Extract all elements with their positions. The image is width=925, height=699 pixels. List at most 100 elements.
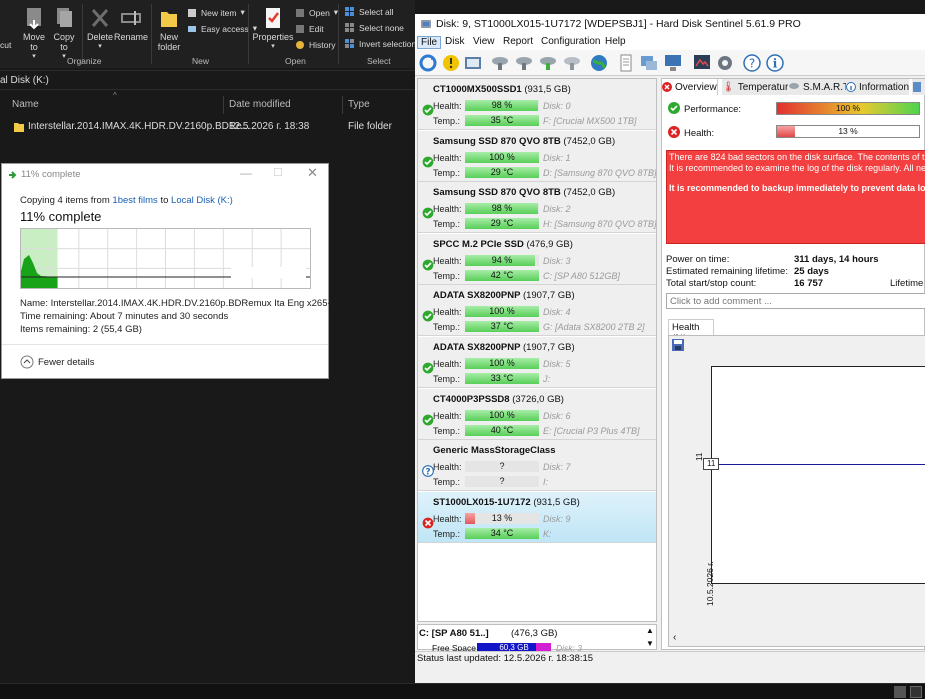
alert-icon[interactable]: [441, 53, 461, 73]
refresh-icon[interactable]: [418, 53, 438, 73]
document-icon[interactable]: [616, 53, 636, 73]
screen-icon[interactable]: [692, 53, 712, 73]
disk-name: Samsung SSD 870 QVO 8TB (7452,0 GB): [433, 187, 616, 199]
menu-view[interactable]: View: [470, 36, 498, 47]
info-icon[interactable]: i: [765, 53, 785, 73]
disk-number: Disk: 7: [543, 462, 571, 473]
report-icon[interactable]: [463, 53, 483, 73]
globe-icon[interactable]: [589, 53, 609, 73]
tab-information-label: Information: [859, 81, 910, 93]
network-icon[interactable]: [639, 53, 659, 73]
source-link[interactable]: 1best films: [112, 195, 157, 206]
tab-more[interactable]: [912, 79, 925, 95]
disk-item[interactable]: ST1000LX015-1U7172 (931,5 GB) Health: 13 %…: [418, 491, 656, 543]
copy-to-button[interactable]: Copy to ▾: [52, 6, 76, 62]
cancel-button[interactable]: ✕: [299, 209, 309, 223]
select-none-label: Select none: [359, 23, 404, 33]
drive-letter: J:: [543, 374, 551, 384]
scroll-up-icon[interactable]: ▲: [646, 626, 654, 635]
file-row[interactable]: Interstellar.2014.IMAX.4K.HDR.DV.2160p.B…: [0, 118, 415, 136]
temp-bar: 40 °C: [465, 424, 539, 436]
disk-icon[interactable]: [538, 53, 558, 73]
menu-file[interactable]: File: [417, 36, 442, 49]
invert-selection-button[interactable]: Invert selection: [345, 39, 416, 49]
tab-health-chart[interactable]: Health (%): [668, 319, 714, 344]
open-button[interactable]: Open ▾: [295, 7, 338, 18]
pause-button[interactable]: II: [264, 211, 270, 222]
disk-item[interactable]: SPCC M.2 PCIe SSD (476,9 GB) Health: 94 % D…: [418, 233, 656, 285]
status-bar: Status last updated: 12.5.2026 г. 18:38:…: [415, 651, 925, 665]
menu-configuration[interactable]: Configuration: [538, 36, 603, 47]
drive-letter: I:: [543, 477, 549, 488]
health-plot: [711, 366, 925, 584]
drive-letter: G: [Adata SX8200 2TB 2]: [543, 322, 645, 333]
help-icon[interactable]: ?: [742, 53, 762, 73]
health-label: Health:: [433, 410, 462, 421]
health-label: Health:: [433, 152, 462, 163]
disk-item[interactable]: Samsung SSD 870 QVO 8TB (7452,0 GB) Healt…: [418, 130, 656, 182]
health-bar: 94 %: [465, 254, 539, 266]
computer-icon[interactable]: [663, 53, 683, 73]
status-text: Status last updated: 12.5.2026 г. 18:38:…: [417, 653, 594, 664]
tab-temperature[interactable]: 🌡 Temperature: [722, 79, 794, 95]
temp-label: Temp.:: [433, 116, 461, 126]
move-to-button[interactable]: Move to ▾: [22, 6, 46, 62]
tab-information[interactable]: Information: [846, 79, 910, 95]
select-none-button[interactable]: Select none: [345, 23, 404, 33]
disk-icon[interactable]: [490, 53, 510, 73]
disk-item[interactable]: ADATA SX8200PNP (1907,7 GB) Health: 100 % D…: [418, 337, 656, 388]
disk-number: Disk: 9: [543, 513, 571, 524]
delete-button[interactable]: Delete ▾: [86, 6, 114, 52]
close-button[interactable]: ✕: [307, 165, 318, 181]
maximize-button[interactable]: ☐: [273, 166, 283, 179]
history-button[interactable]: History: [295, 40, 335, 50]
disk-icon[interactable]: [514, 53, 534, 73]
disk-item[interactable]: Samsung SSD 870 QVO 8TB (7452,0 GB) Healt…: [418, 182, 656, 234]
easy-access-icon: [188, 25, 196, 32]
disk-item[interactable]: CT4000P3PSSD8 (3726,0 GB) Health: 100 % Dis…: [418, 388, 656, 440]
gear-icon[interactable]: [715, 53, 735, 73]
select-all-button[interactable]: Select all: [345, 7, 394, 17]
minimize-button[interactable]: —: [240, 166, 252, 180]
health-value: 100 %: [489, 306, 515, 317]
column-name[interactable]: Name: [12, 99, 39, 110]
column-type[interactable]: Type: [348, 99, 370, 110]
move-to-label: Move to: [22, 32, 45, 52]
cut-label[interactable]: cut: [0, 40, 11, 50]
properties-button[interactable]: Properties ▾: [252, 6, 294, 52]
edit-button[interactable]: Edit: [295, 24, 324, 34]
x-tick-date: 10.5.2026 г.: [705, 561, 715, 606]
tab-smart[interactable]: S.M.A.R.T.: [788, 79, 851, 95]
health-value: 100 %: [489, 151, 515, 162]
rename-button[interactable]: Rename: [114, 6, 148, 42]
disk-item[interactable]: Generic MassStorageClass ? Health:? Disk: …: [418, 440, 656, 492]
taskbar-button[interactable]: [910, 686, 922, 698]
thermometer-icon: 🌡: [722, 81, 735, 93]
tab-overview[interactable]: Overview: [662, 79, 718, 95]
easy-access-button[interactable]: Easy access ▾: [187, 23, 257, 34]
destination-link[interactable]: Local Disk (K:): [171, 195, 233, 206]
disk-item[interactable]: CT1000MX500SSD1 (931,5 GB) Health: 98 % Dis…: [418, 79, 656, 130]
menu-report[interactable]: Report: [500, 36, 536, 47]
fewer-details-button[interactable]: Fewer details: [38, 357, 95, 368]
health-value: 94 %: [491, 254, 513, 265]
taskbar-button[interactable]: [894, 686, 906, 698]
disk-item[interactable]: ADATA SX8200PNP (1907,7 GB) Health: 100 % D…: [418, 285, 656, 337]
temp-bar: 35 °C: [465, 115, 539, 126]
edit-icon: [296, 25, 304, 33]
column-date-modified[interactable]: Date modified: [229, 99, 291, 110]
comment-field[interactable]: Click to add comment ...: [666, 293, 925, 309]
temp-bar: 29 °C: [465, 218, 539, 230]
collapse-icon[interactable]: [20, 355, 34, 369]
ribbon: cut Move to ▾ Copy to ▾ Delete ▾ Rename …: [0, 0, 416, 68]
disk-icon[interactable]: [562, 53, 582, 73]
menu-disk[interactable]: Disk: [442, 36, 467, 47]
scroll-down-icon[interactable]: ▼: [646, 639, 654, 648]
new-folder-button[interactable]: New folder: [154, 6, 184, 52]
scroll-left-icon[interactable]: ‹: [673, 632, 676, 643]
new-item-button[interactable]: New item ▾: [187, 7, 245, 18]
save-icon[interactable]: [671, 338, 685, 352]
disk-name: ST1000LX015-1U7172 (931,5 GB): [433, 496, 580, 508]
address-bar[interactable]: al Disk (K:): [0, 70, 415, 90]
menu-help[interactable]: Help: [602, 36, 629, 47]
